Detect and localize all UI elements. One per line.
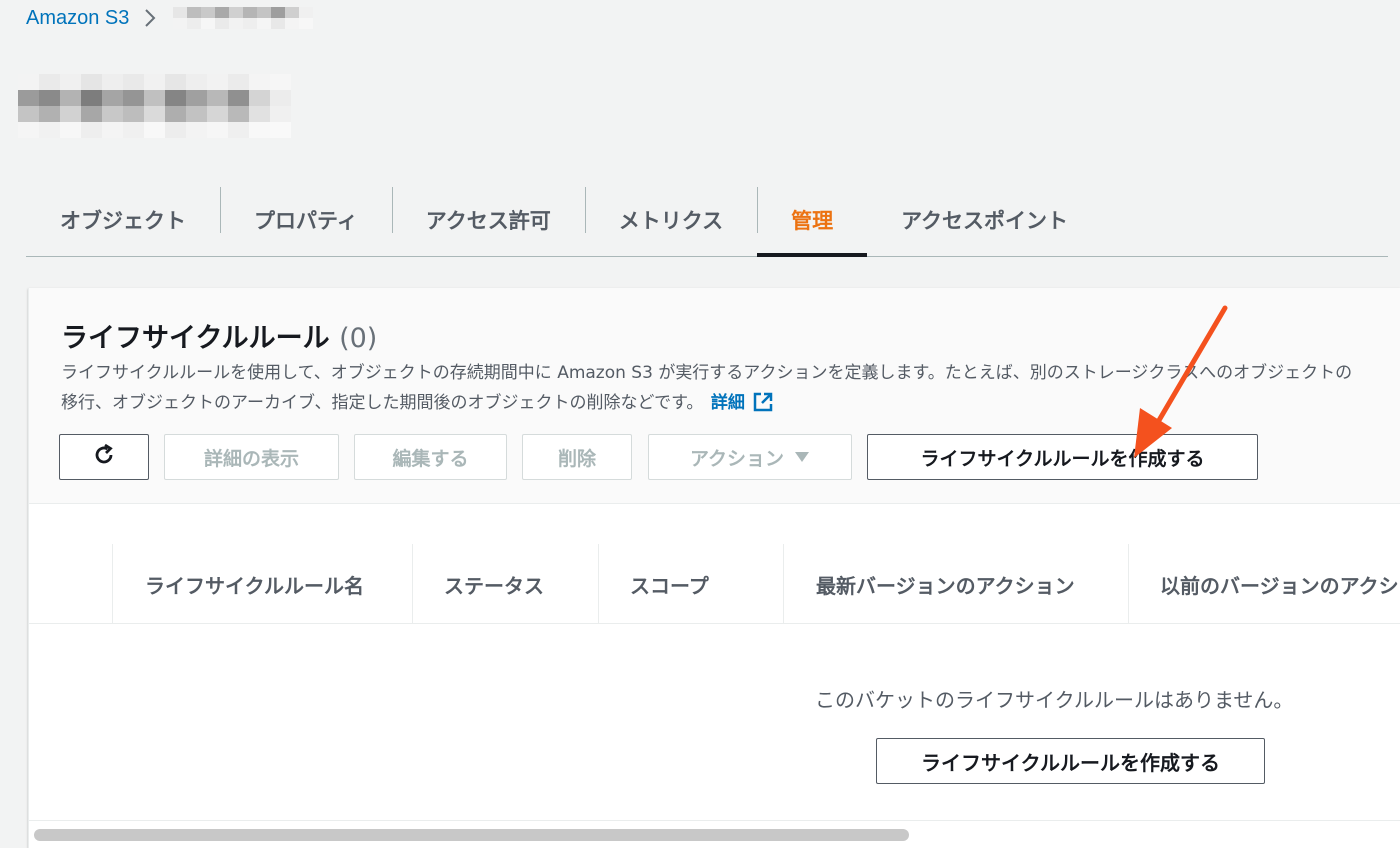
refresh-icon xyxy=(92,443,116,472)
delete-button[interactable]: 削除 xyxy=(522,434,632,480)
tab-permissions[interactable]: アクセス許可 xyxy=(391,185,585,255)
column-divider xyxy=(412,544,413,624)
annotation-arrow-icon xyxy=(1134,305,1228,458)
horizontal-scrollbar[interactable] xyxy=(29,820,1400,848)
column-divider xyxy=(112,544,113,624)
column-header-rule-name[interactable]: ライフサイクルルール名 xyxy=(145,544,405,624)
empty-state-message: このバケットのライフサイクルルールはありません。 xyxy=(815,688,1294,712)
scrollbar-thumb[interactable] xyxy=(34,829,909,841)
column-divider xyxy=(598,544,599,624)
caret-down-icon xyxy=(794,446,810,468)
chevron-right-icon xyxy=(143,7,157,29)
empty-state-create-button[interactable]: ライフサイクルルールを作成する xyxy=(876,738,1265,784)
page-title-redacted xyxy=(18,74,291,138)
panel-title-text: ライフサイクルルール xyxy=(61,323,330,354)
learn-more-label: 詳細 xyxy=(710,393,745,413)
table-header: ライフサイクルルール名 ステータス スコープ 最新バージョンのアクション 以前の… xyxy=(29,544,1400,624)
tab-metrics[interactable]: メトリクス xyxy=(584,185,757,255)
panel-title: ライフサイクルルール (0) xyxy=(61,316,377,355)
column-divider xyxy=(783,544,784,624)
tab-management[interactable]: 管理 xyxy=(757,185,868,257)
column-header-status[interactable]: ステータス xyxy=(444,544,604,624)
column-header-scope[interactable]: スコープ xyxy=(630,544,780,624)
tab-access-points[interactable]: アクセスポイント xyxy=(867,185,1102,255)
breadcrumb-amazon-s3-link[interactable]: Amazon S3 xyxy=(26,7,129,30)
breadcrumb: Amazon S3 xyxy=(26,4,314,32)
external-link-icon xyxy=(753,392,773,422)
bucket-tabs: オブジェクト プロパティ アクセス許可 メトリクス 管理 アクセスポイント xyxy=(26,185,1388,257)
column-header-previous-version-actions[interactable]: 以前のバージョンのアクション xyxy=(1160,544,1400,624)
edit-button[interactable]: 編集する xyxy=(354,434,507,480)
column-divider xyxy=(1128,544,1129,624)
rule-count: (0) xyxy=(339,323,378,354)
actions-label: アクション xyxy=(689,447,785,470)
tab-objects[interactable]: オブジェクト xyxy=(26,185,220,255)
learn-more-link[interactable]: 詳細 xyxy=(710,392,773,413)
refresh-button[interactable] xyxy=(59,434,149,480)
view-details-button[interactable]: 詳細の表示 xyxy=(164,434,339,480)
tab-properties[interactable]: プロパティ xyxy=(220,185,392,255)
column-header-current-version-actions[interactable]: 最新バージョンのアクション xyxy=(816,544,1116,624)
actions-dropdown[interactable]: アクション xyxy=(648,434,852,480)
breadcrumb-bucket-name-redacted[interactable] xyxy=(173,7,314,29)
